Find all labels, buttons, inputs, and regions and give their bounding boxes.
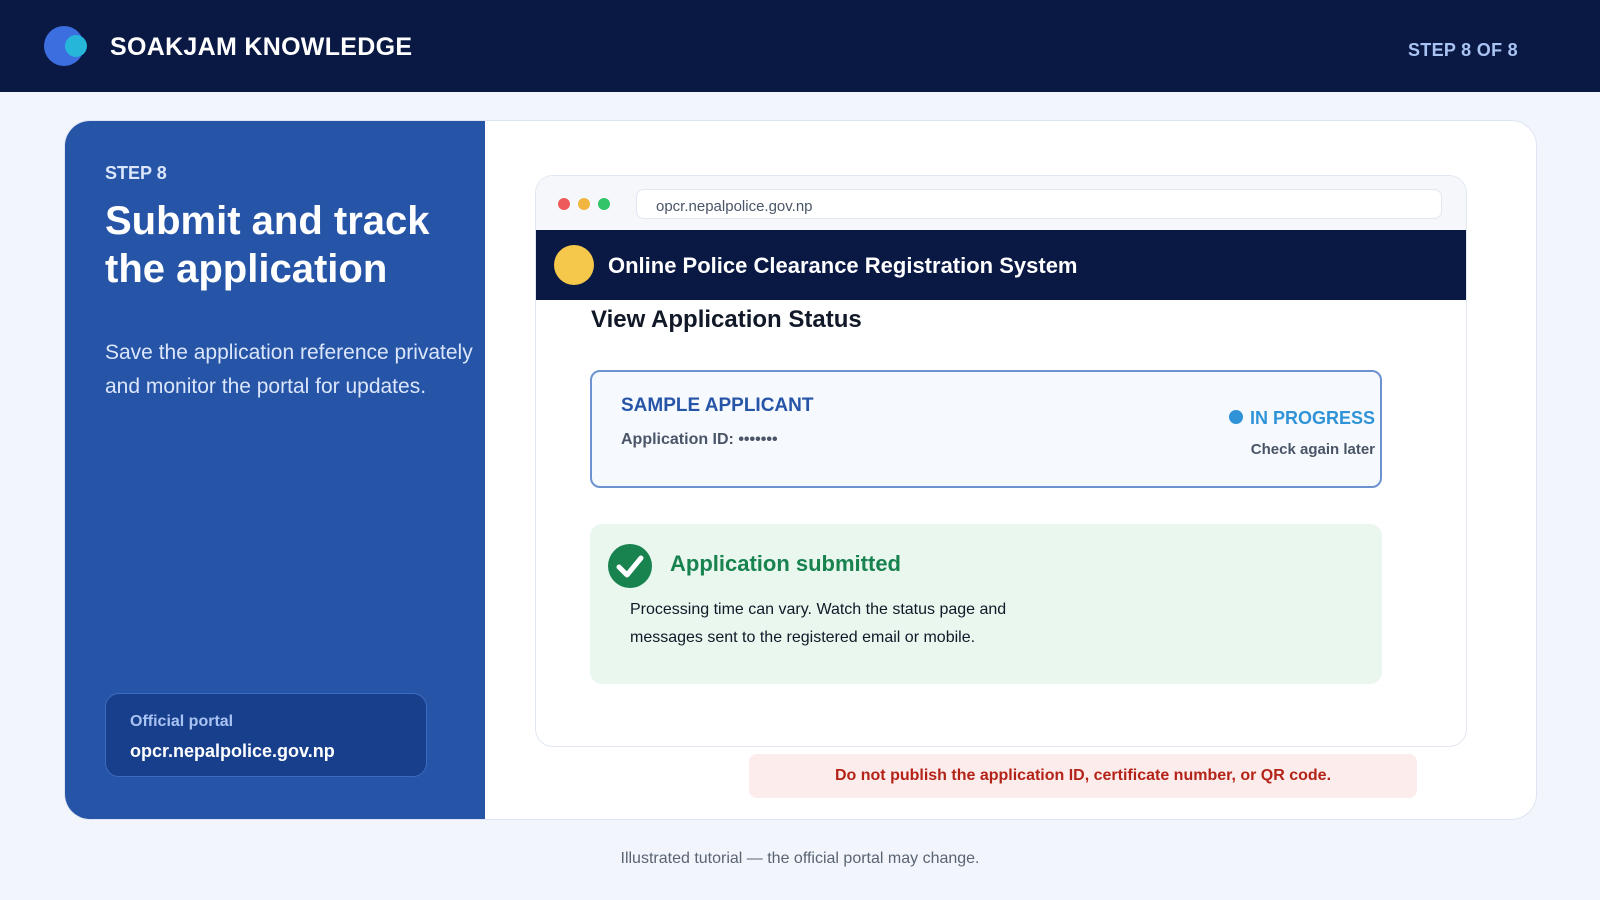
browser-mockup: opcr.nepalpolice.gov.np Online Police Cl… (535, 175, 1467, 747)
address-bar[interactable]: opcr.nepalpolice.gov.np (636, 189, 1442, 219)
tutorial-card: STEP 8 Submit and track the application … (64, 120, 1537, 820)
portal-label: Official portal (130, 713, 234, 730)
step-title: Submit and track the application (105, 199, 430, 291)
window-maximize-dot[interactable] (598, 198, 610, 210)
portal-url[interactable]: opcr.nepalpolice.gov.np (130, 741, 335, 762)
checkmark-icon (608, 544, 652, 588)
status-dot-icon (1229, 410, 1243, 424)
emblem-icon (554, 245, 594, 285)
submission-success-panel: Application submitted Processing time ca… (590, 524, 1382, 684)
step-description: Save the application reference privately… (105, 341, 473, 398)
address-bar-url: opcr.nepalpolice.gov.np (656, 198, 813, 215)
footer-note: Illustrated tutorial — the official port… (620, 850, 980, 867)
instruction-panel: STEP 8 Submit and track the application … (65, 121, 485, 819)
success-title: Application submitted (670, 551, 901, 576)
status-note: Check again later (1250, 441, 1375, 458)
official-portal-box: Official portal opcr.nepalpolice.gov.np (105, 693, 427, 777)
privacy-warning: Do not publish the application ID, certi… (749, 754, 1417, 798)
top-bar: SOAKJAM KNOWLEDGE STEP 8 OF 8 (0, 0, 1600, 92)
site-header: Online Police Clearance Registration Sys… (536, 230, 1466, 300)
page-heading: View Application Status (591, 306, 862, 333)
applicant-name: SAMPLE APPLICANT (621, 395, 814, 416)
window-minimize-dot[interactable] (578, 198, 590, 210)
application-id: Application ID: ••••••• (621, 431, 778, 448)
browser-chrome: opcr.nepalpolice.gov.np (536, 176, 1466, 230)
step-counter: STEP 8 OF 8 (1407, 40, 1518, 60)
success-message: Processing time can vary. Watch the stat… (630, 601, 1007, 646)
logo-icon (44, 26, 90, 66)
brand-name: SOAKJAM KNOWLEDGE (110, 33, 413, 61)
window-close-dot[interactable] (558, 198, 570, 210)
step-label: STEP 8 (105, 163, 167, 183)
status-badge: IN PROGRESS (1249, 408, 1375, 428)
application-status-card: SAMPLE APPLICANT Application ID: •••••••… (590, 370, 1382, 488)
privacy-warning-text: Do not publish the application ID, certi… (834, 767, 1332, 784)
site-title: Online Police Clearance Registration Sys… (608, 253, 1078, 278)
